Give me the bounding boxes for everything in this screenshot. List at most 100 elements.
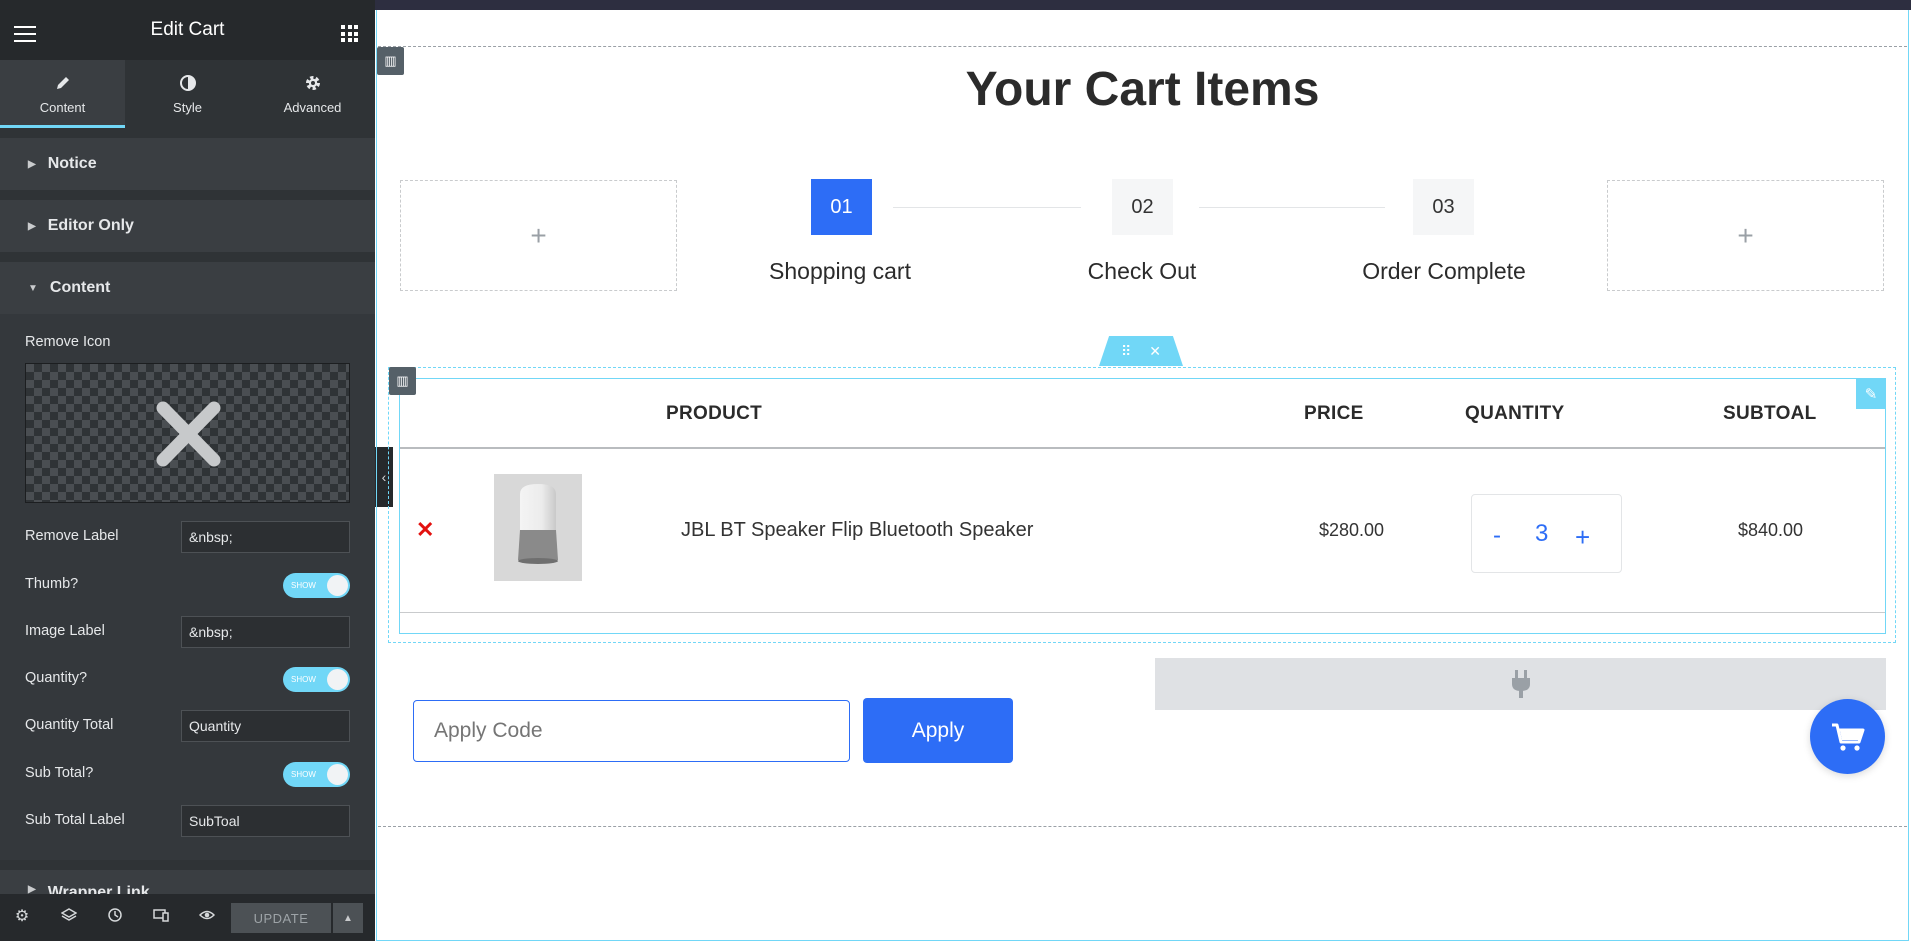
step-number: 02 bbox=[1112, 179, 1173, 235]
header-product: PRODUCT bbox=[666, 403, 763, 424]
close-icon[interactable]: ✕ bbox=[1149, 343, 1161, 360]
quantity-toggle-label: Quantity? bbox=[25, 670, 88, 686]
add-element-icon: + bbox=[1737, 219, 1754, 251]
cart-widget-outline bbox=[399, 378, 1886, 634]
section-separator bbox=[0, 252, 375, 262]
add-element-icon: + bbox=[530, 219, 547, 251]
thumb-toggle[interactable]: SHOW bbox=[283, 573, 350, 598]
step-number: 03 bbox=[1413, 179, 1474, 235]
caret-down-icon: ▼ bbox=[28, 282, 38, 294]
layers-icon[interactable] bbox=[59, 907, 79, 927]
step-label: Shopping cart bbox=[769, 258, 911, 284]
step-number: 01 bbox=[811, 179, 872, 235]
image-label-label: Image Label bbox=[25, 623, 105, 639]
sub-total-label-input[interactable]: SubToal bbox=[181, 805, 350, 837]
header-subtotal: SUBTOAL bbox=[1723, 403, 1817, 424]
tab-content[interactable]: Content bbox=[0, 60, 125, 128]
edit-widget-pencil-icon[interactable]: ✎ bbox=[1856, 379, 1886, 409]
editor-topbar bbox=[375, 0, 1911, 10]
section-editor-only-label: Editor Only bbox=[47, 217, 134, 234]
quantity-total-input[interactable]: Quantity bbox=[181, 710, 350, 742]
toggle-knob bbox=[327, 575, 348, 596]
sidebar-header: Edit Cart bbox=[0, 0, 375, 60]
section-content[interactable]: ▼ Content bbox=[0, 262, 375, 314]
editor-sidebar: Edit Cart Content Style Advanced ▶ Notic… bbox=[0, 0, 375, 941]
section-content-label: Content bbox=[49, 279, 111, 296]
step-connector bbox=[893, 207, 1081, 208]
tab-advanced[interactable]: Advanced bbox=[250, 60, 375, 128]
thumb-label: Thumb? bbox=[25, 576, 79, 592]
pencil-icon bbox=[54, 74, 72, 94]
coupon-code-input[interactable] bbox=[413, 700, 850, 762]
tab-advanced-label: Advanced bbox=[283, 99, 342, 115]
remove-item-icon[interactable]: ✕ bbox=[416, 519, 434, 541]
gear-icon bbox=[304, 74, 322, 94]
quantity-increment-button[interactable]: + bbox=[1575, 522, 1590, 552]
product-price: $280.00 bbox=[1319, 520, 1385, 540]
tab-style-label: Style bbox=[173, 99, 202, 115]
close-icon bbox=[156, 401, 221, 467]
table-row-divider bbox=[400, 612, 1885, 613]
responsive-mode-icon[interactable] bbox=[151, 907, 171, 927]
sub-total-toggle[interactable]: SHOW bbox=[283, 762, 350, 787]
section-boundary bbox=[378, 826, 1907, 827]
widgets-grid-icon[interactable] bbox=[341, 25, 358, 42]
preview-eye-icon[interactable] bbox=[197, 907, 217, 927]
speaker-image bbox=[494, 474, 582, 581]
drag-handle-icon[interactable]: ⠿ bbox=[1121, 343, 1131, 360]
step-label: Order Complete bbox=[1362, 258, 1526, 284]
step-connector bbox=[1199, 207, 1385, 208]
remove-label-input[interactable]: &nbsp; bbox=[181, 521, 350, 553]
product-name[interactable]: JBL BT Speaker Flip Bluetooth Speaker bbox=[681, 519, 1033, 542]
column-handle-icon[interactable]: ▥ bbox=[389, 367, 416, 395]
history-icon[interactable] bbox=[105, 907, 125, 927]
toggle-show-text: SHOW bbox=[291, 770, 316, 779]
remove-icon-picker[interactable] bbox=[25, 363, 350, 503]
caret-right-icon: ▶ bbox=[28, 158, 36, 170]
section-separator bbox=[0, 860, 375, 870]
header-quantity: QUANTITY bbox=[1465, 403, 1565, 424]
caret-right-icon: ▶ bbox=[28, 884, 36, 894]
caret-right-icon: ▶ bbox=[28, 220, 36, 232]
section-notice-label: Notice bbox=[47, 155, 97, 172]
page-title: Your Cart Items bbox=[965, 63, 1320, 116]
image-label-input[interactable]: &nbsp; bbox=[181, 616, 350, 648]
update-button[interactable]: UPDATE bbox=[231, 903, 331, 933]
section-wrapper-link[interactable]: ▶ Wrapper Link bbox=[0, 870, 375, 894]
apply-coupon-button[interactable]: Apply bbox=[863, 698, 1013, 763]
remove-icon-label: Remove Icon bbox=[25, 334, 111, 350]
section-separator bbox=[0, 190, 375, 200]
sidebar-title: Edit Cart bbox=[150, 19, 225, 40]
sidebar-tabs: Content Style Advanced bbox=[0, 60, 375, 128]
tab-content-label: Content bbox=[39, 99, 86, 115]
editor-root: Edit Cart Content Style Advanced ▶ Notic… bbox=[0, 0, 1911, 941]
shopping-cart-icon bbox=[1831, 723, 1864, 751]
table-header-divider bbox=[400, 447, 1885, 449]
settings-gear-icon[interactable]: ⚙ bbox=[12, 907, 32, 927]
section-boundary bbox=[378, 46, 1907, 47]
empty-column-right[interactable]: + bbox=[1607, 180, 1884, 291]
sub-total-label-label: Sub Total Label bbox=[25, 812, 125, 828]
section-wrapper-link-label: Wrapper Link bbox=[47, 884, 150, 894]
floating-cart-button[interactable] bbox=[1810, 699, 1885, 774]
toggle-knob bbox=[327, 764, 348, 785]
tab-style[interactable]: Style bbox=[125, 60, 250, 128]
contrast-icon bbox=[179, 74, 197, 94]
section-editor-only[interactable]: ▶ Editor Only bbox=[0, 200, 375, 252]
plugin-placeholder bbox=[1155, 658, 1886, 710]
chevron-up-icon[interactable]: ▲ bbox=[333, 903, 363, 933]
quantity-total-label: Quantity Total bbox=[25, 717, 114, 733]
hamburger-menu-icon[interactable] bbox=[14, 26, 36, 42]
quantity-value[interactable]: 3 bbox=[1535, 520, 1548, 548]
product-thumbnail[interactable] bbox=[494, 474, 582, 581]
toggle-show-text: SHOW bbox=[291, 675, 316, 684]
sub-total-toggle-label: Sub Total? bbox=[25, 765, 94, 781]
quantity-toggle[interactable]: SHOW bbox=[283, 667, 350, 692]
section-notice[interactable]: ▶ Notice bbox=[0, 138, 375, 190]
section-toolbar[interactable]: ⠿ ✕ bbox=[1099, 336, 1183, 366]
quantity-decrement-button[interactable]: - bbox=[1493, 522, 1501, 550]
header-price: PRICE bbox=[1304, 403, 1364, 424]
empty-column-left[interactable]: + bbox=[400, 180, 677, 291]
step-label: Check Out bbox=[1087, 258, 1197, 284]
toggle-knob bbox=[327, 669, 348, 690]
